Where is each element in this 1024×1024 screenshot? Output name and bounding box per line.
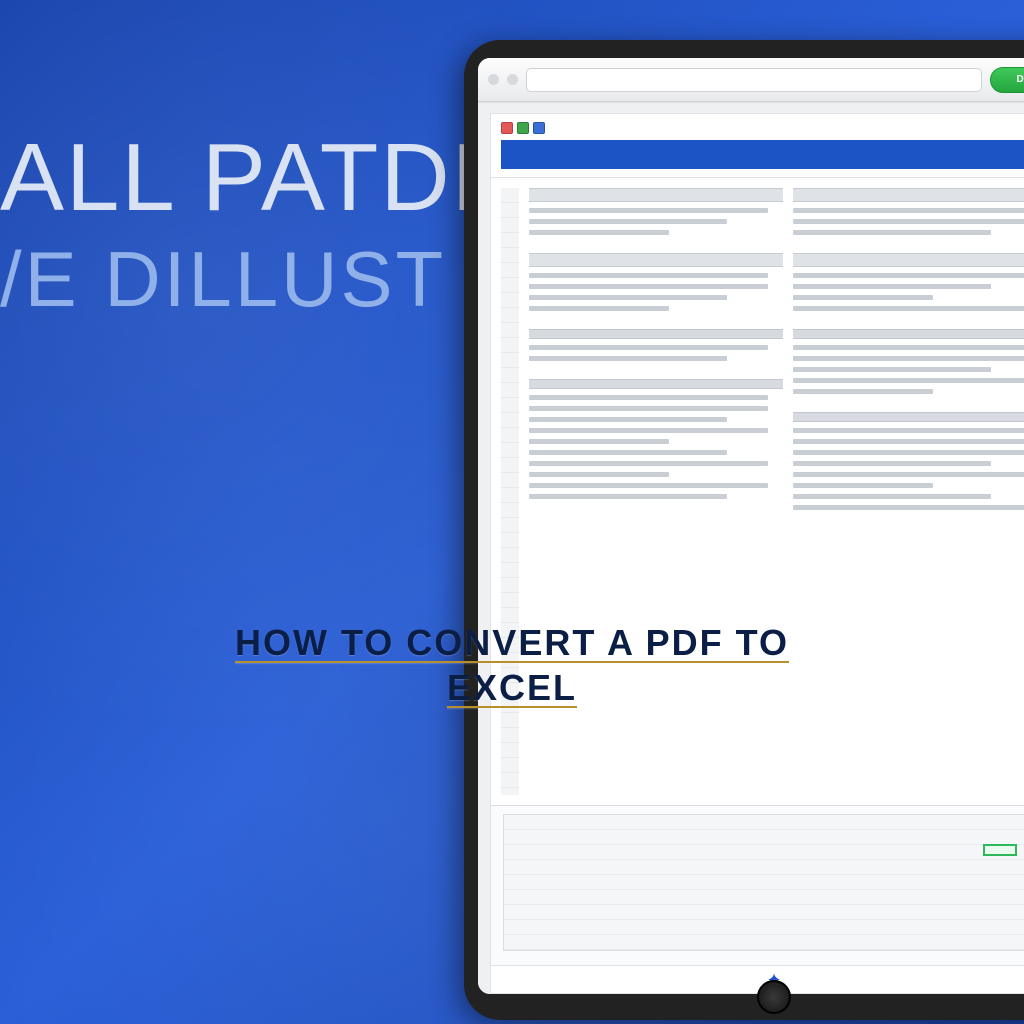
color-swatch-icon <box>501 122 513 134</box>
text-line-placeholder <box>793 389 933 394</box>
spreadsheet-preview <box>491 805 1024 965</box>
text-line-placeholder <box>529 345 768 350</box>
text-line-placeholder <box>529 208 768 213</box>
window-control-icon <box>488 74 499 85</box>
text-line-placeholder <box>529 494 727 499</box>
footer-glyph-icon: ✦ <box>491 965 1024 993</box>
text-line-placeholder <box>529 219 727 224</box>
text-line-placeholder <box>529 483 768 488</box>
caption-line-2: EXCEL <box>447 667 577 708</box>
app-icon-row <box>501 122 1024 134</box>
text-line-placeholder <box>793 472 1024 477</box>
text-line-placeholder <box>529 306 669 311</box>
document-card: ✦ <box>490 113 1024 994</box>
section-header-placeholder <box>793 188 1024 202</box>
text-line-placeholder <box>529 406 768 411</box>
document-area <box>491 178 1024 805</box>
text-line-placeholder <box>793 284 991 289</box>
text-line-placeholder <box>793 345 1024 350</box>
text-line-placeholder <box>793 219 1024 224</box>
spreadsheet-grid[interactable] <box>503 814 1024 951</box>
tablet-home-button[interactable] <box>757 980 791 1014</box>
text-line-placeholder <box>529 461 768 466</box>
headline-text: all Patde <box>0 130 518 226</box>
text-line-placeholder <box>529 472 669 477</box>
ribbon-bar <box>501 140 1024 169</box>
section-header-placeholder <box>529 253 783 267</box>
section-header-placeholder <box>529 329 783 339</box>
text-line-placeholder <box>529 295 727 300</box>
tablet-screen: Del <box>478 58 1024 994</box>
text-line-placeholder <box>793 378 1024 383</box>
text-line-placeholder <box>529 450 727 455</box>
text-line-placeholder <box>793 367 991 372</box>
color-swatch-icon <box>533 122 545 134</box>
text-line-placeholder <box>529 284 768 289</box>
text-line-placeholder <box>793 306 1024 311</box>
section-header-placeholder <box>793 253 1024 267</box>
address-bar[interactable] <box>526 68 982 92</box>
text-line-placeholder <box>793 273 1024 278</box>
text-line-placeholder <box>529 230 669 235</box>
selected-cell-highlight <box>983 844 1017 856</box>
section-header-placeholder <box>529 379 783 389</box>
card-header <box>491 114 1024 178</box>
text-line-placeholder <box>793 483 933 488</box>
thumbnail-canvas: all Patde /e DIllust Del <box>0 0 1024 1024</box>
text-line-placeholder <box>529 395 768 400</box>
text-line-placeholder <box>793 208 1024 213</box>
text-line-placeholder <box>529 428 768 433</box>
text-line-placeholder <box>793 295 933 300</box>
text-line-placeholder <box>793 450 1024 455</box>
window-control-icon <box>507 74 518 85</box>
action-button[interactable]: Del <box>990 67 1024 93</box>
color-swatch-icon <box>517 122 529 134</box>
text-line-placeholder <box>793 230 991 235</box>
section-header-placeholder <box>793 412 1024 422</box>
text-line-placeholder <box>793 494 991 499</box>
text-line-placeholder <box>529 356 727 361</box>
action-button-label: Del <box>1016 74 1024 85</box>
text-line-placeholder <box>793 428 1024 433</box>
text-line-placeholder <box>529 273 768 278</box>
text-line-placeholder <box>529 417 727 422</box>
tablet-frame: Del <box>464 40 1024 1020</box>
browser-chrome: Del <box>478 58 1024 102</box>
caption-line-1: HOW TO CONVERT A PDF TO <box>235 622 789 663</box>
text-line-placeholder <box>793 439 1024 444</box>
page-body: ✦ <box>478 102 1024 994</box>
section-header-placeholder <box>793 329 1024 339</box>
text-line-placeholder <box>793 461 991 466</box>
subhead-text: /e DIllust <box>0 240 446 318</box>
text-line-placeholder <box>529 439 669 444</box>
text-line-placeholder <box>793 356 1024 361</box>
section-header-placeholder <box>529 188 783 202</box>
caption-title: HOW TO CONVERT A PDF TO EXCEL <box>0 620 1024 710</box>
text-line-placeholder <box>793 505 1024 510</box>
